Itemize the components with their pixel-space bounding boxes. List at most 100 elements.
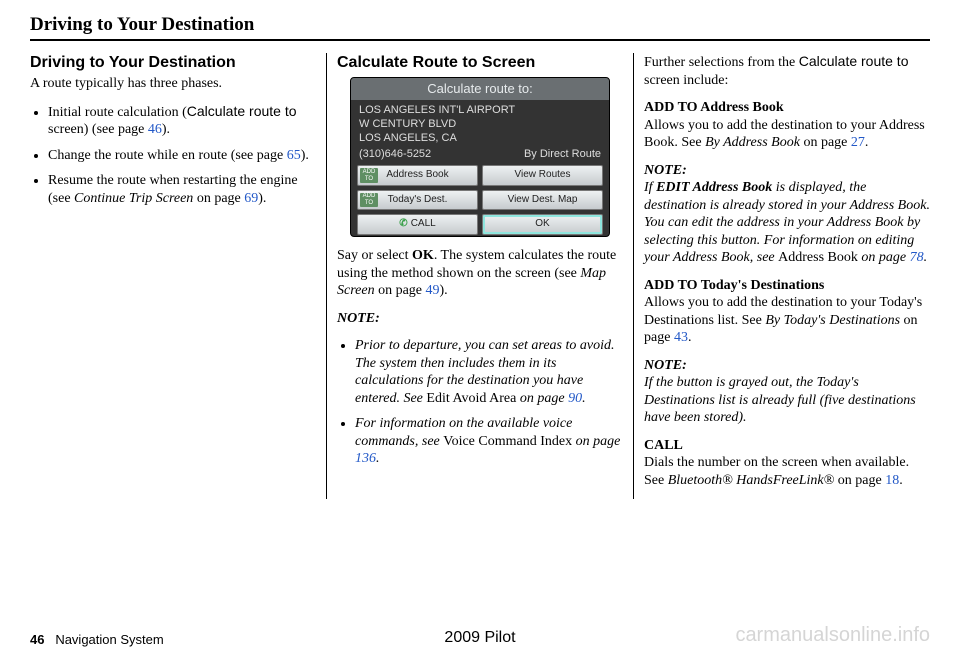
screen-button-row-3: ✆ CALL OK [351,212,609,237]
screen-phone-method: (310)646-5252 By Direct Route [351,148,609,164]
left-bullet-1: Initial route calculation (Calculate rou… [48,103,316,139]
note-label: NOTE: [337,310,623,328]
page-link[interactable]: 18 [885,473,899,488]
text: Initial route calculation ( [48,105,187,120]
section-call: CALL Dials the number on the screen when… [644,437,930,490]
plain-term: Voice Command Index [443,434,572,449]
text: . [688,330,692,345]
left-bullets: Initial route calculation (Calculate rou… [30,103,316,208]
text: on page [516,391,568,406]
text: on page [858,250,910,265]
mid-note-1: Prior to departure, you can set areas to… [355,337,623,407]
nav-screenshot: Calculate route to: LOS ANGELES INT'L AI… [350,77,610,237]
page-link[interactable]: 90 [568,391,582,406]
mid-section-title: Calculate Route to Screen [337,53,623,73]
plain-term: Address Book [778,250,858,265]
button-label: CALL [411,218,436,229]
screen-line: LOS ANGELES INT'L AIRPORT [359,104,601,118]
screen-button-row-1: ADD TOAddress Book View Routes [351,163,609,188]
button-label: Today's Dest. [388,194,448,207]
ok-button: OK [482,214,603,235]
text: ). [440,283,448,298]
model-year: 2009 Pilot [444,629,515,647]
screen-line: W CENTURY BLVD [359,118,601,132]
ui-term: Calculate route to [799,53,909,69]
text: on page [834,473,885,488]
screen-title-bar: Calculate route to: [351,78,609,100]
section-add-address-book: ADD TO Address Book Allows you to add th… [644,99,930,152]
mid-note-bullets: Prior to departure, you can set areas to… [337,337,623,468]
screen-line: LOS ANGELES, CA [359,132,601,146]
text: Further selections from the [644,55,799,70]
phone-icon: ✆ [399,218,407,229]
screen-method: By Direct Route [524,148,601,162]
mid-note-2: For information on the available voice c… [355,415,623,468]
tag-icon: ADD TO [360,193,378,208]
text: . [582,391,586,406]
section-add-today-dest: ADD TO Today's Destinations Allows you t… [644,277,930,347]
left-column: Driving to Your Destination A route typi… [30,53,327,499]
screen-phone: (310)646-5252 [359,148,431,162]
page-link[interactable]: 69 [244,191,258,206]
subsection-title: ADD TO Today's Destinations [644,278,824,293]
italic-term: Bluetooth® HandsFreeLink® [668,473,835,488]
text: If the button is grayed out, the Today's… [644,375,916,425]
add-today-dest-button: ADD TO Today's Dest. [357,190,478,211]
left-intro: A route typically has three phases. [30,75,316,93]
text: Change the route while en route (see pag… [48,148,287,163]
page-footer: 46 Navigation System 2009 Pilot carmanua… [30,624,930,647]
note-block-2: NOTE: If the button is grayed out, the T… [644,357,930,427]
screen-button-row-2: ADD TO Today's Dest. View Dest. Map [351,188,609,213]
left-bullet-2: Change the route while en route (see pag… [48,147,316,165]
text: . [865,135,869,150]
plain-term: Edit Avoid Area [426,391,516,406]
tag-icon: ADD TO [360,168,378,183]
page-link[interactable]: 136 [355,451,376,466]
italic-term: By Address Book [705,135,800,150]
right-column: Further selections from the Calculate ro… [634,53,930,499]
text: . [376,451,380,466]
page-link[interactable]: 46 [148,122,162,137]
left-bullet-3: Resume the route when restarting the eng… [48,172,316,207]
view-dest-map-button: View Dest. Map [482,190,603,211]
text: on page [572,434,620,449]
left-section-title: Driving to Your Destination [30,53,316,73]
text: If [644,180,656,195]
page-number-section: 46 Navigation System [30,632,164,647]
bold-term: EDIT Address Book [656,180,772,195]
italic-term: By Today's Destinations [765,313,900,328]
page-number: 46 [30,632,44,647]
content-columns: Driving to Your Destination A route typi… [30,53,930,499]
right-intro: Further selections from the Calculate ro… [644,53,930,89]
text: ). [301,148,309,163]
section-name: Navigation System [55,632,163,647]
bold-term: OK [412,248,434,263]
text: ). [162,122,170,137]
call-button: ✆ CALL [357,214,478,235]
page-link[interactable]: 43 [674,330,688,345]
page-link[interactable]: 78 [910,250,924,265]
add-address-book-button: ADD TO Address Book [357,165,478,186]
text: on page [193,191,244,206]
italic-term: Continue Trip Screen [74,191,193,206]
note-label: NOTE: [644,358,687,373]
mid-paragraph-1: Say or select OK. The system calculates … [337,247,623,300]
button-label: Address Book [386,169,448,182]
text: screen) (see page [48,122,148,137]
text: Say or select [337,248,412,263]
text: on page [800,135,851,150]
note-label: NOTE: [644,163,687,178]
page-link[interactable]: 49 [426,283,440,298]
text: . [899,473,903,488]
text: screen include: [644,73,728,88]
page-header: Driving to Your Destination [30,14,930,41]
subsection-title: CALL [644,438,683,453]
text: on page [375,283,426,298]
text: . [924,250,928,265]
subsection-title: ADD TO Address Book [644,100,784,115]
page-link[interactable]: 65 [287,148,301,163]
screen-address: LOS ANGELES INT'L AIRPORT W CENTURY BLVD… [351,100,609,147]
page-link[interactable]: 27 [851,135,865,150]
note-block-1: NOTE: If EDIT Address Book is displayed,… [644,162,930,267]
watermark: carmanualsonline.info [735,624,930,647]
